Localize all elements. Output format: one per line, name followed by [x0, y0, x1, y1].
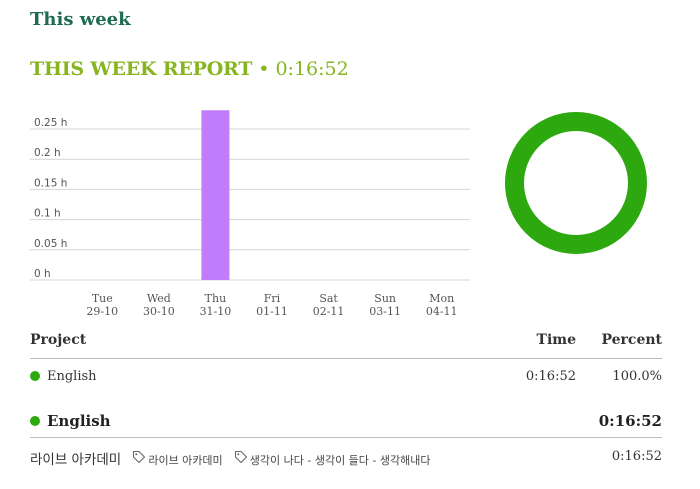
- project-color-dot: [30, 370, 40, 381]
- column-header-percent[interactable]: Percent: [601, 332, 662, 348]
- column-header-time[interactable]: Time: [537, 332, 576, 348]
- group-color-dot: [30, 416, 40, 426]
- y-tick-label: 0.05 h: [34, 238, 67, 250]
- group-name: English: [30, 412, 111, 430]
- x-tick-label-date: 31-10: [200, 305, 232, 318]
- group-label: English: [47, 412, 111, 430]
- x-tick-label-day: Mon: [429, 292, 454, 305]
- report-total-time: 0:16:52: [275, 58, 349, 80]
- project-time: 0:16:52: [525, 369, 576, 384]
- x-tick-label-date: 04-11: [426, 305, 458, 318]
- x-tick-label-day: Tue: [92, 292, 113, 305]
- group-time: 0:16:52: [598, 412, 662, 430]
- x-tick-label-day: Fri: [264, 292, 281, 305]
- report-separator: •: [258, 58, 270, 80]
- x-tick-label-date: 30-10: [143, 305, 175, 318]
- x-tick-label-date: 03-11: [369, 305, 401, 318]
- project-group-header[interactable]: English 0:16:52: [30, 410, 662, 438]
- entry-tag: 생각이 나다 - 생각이 들다 - 생각해내다: [249, 454, 431, 467]
- x-tick-label-day: Wed: [147, 292, 171, 305]
- time-entry-row[interactable]: 라이브 아카데미 라이브 아카데미 생각이 나다 - 생각이 들다 - 생각해내…: [30, 448, 662, 468]
- report-header: THIS WEEK REPORT • 0:16:52: [30, 58, 349, 80]
- y-tick-label: 0.2 h: [34, 147, 61, 159]
- bar: [201, 110, 230, 280]
- donut-slice[interactable]: [505, 112, 647, 254]
- table-row[interactable]: English 0:16:52 100.0%: [30, 369, 662, 389]
- daily-bar-chart: 0 h 0.05 h 0.1 h 0.15 h 0.2 h 0.25 h Tue29-10 W…: [30, 110, 470, 318]
- entry-tag: 라이브 아카데미: [148, 454, 223, 467]
- tag-icon: [234, 449, 248, 468]
- y-tick-label: 0 h: [34, 268, 51, 280]
- y-tick-label: 0.15 h: [34, 177, 67, 189]
- x-tick-label-date: 29-10: [86, 305, 118, 318]
- entry-description: 라이브 아카데미: [30, 452, 122, 468]
- x-tick-label-day: Sun: [374, 292, 396, 305]
- table-header: Project Time Percent: [30, 332, 662, 359]
- tag-icon: [132, 449, 146, 468]
- page-title: This week: [30, 9, 131, 30]
- y-tick-label: 0.25 h: [34, 117, 67, 129]
- project-donut-chart: [505, 112, 647, 254]
- column-header-project[interactable]: Project: [30, 332, 86, 348]
- x-tick-label-day: Sat: [319, 292, 338, 305]
- project-name: English: [30, 369, 97, 384]
- x-tick-label-date: 02-11: [313, 305, 345, 318]
- x-tick-label-date: 01-11: [256, 305, 288, 318]
- x-tick-label-day: Thu: [205, 292, 227, 305]
- y-tick-label: 0.1 h: [34, 208, 61, 220]
- project-label: English: [47, 369, 97, 384]
- entry-time: 0:16:52: [611, 449, 662, 464]
- report-label: THIS WEEK REPORT: [30, 58, 253, 80]
- project-percent: 100.0%: [612, 369, 662, 384]
